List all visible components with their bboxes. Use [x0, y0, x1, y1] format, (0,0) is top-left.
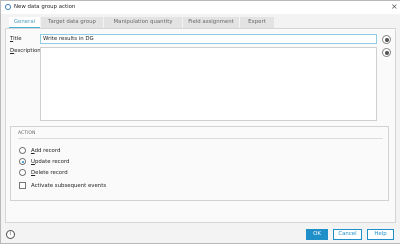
action-group-title: ACTION — [18, 131, 36, 136]
info-icon[interactable]: i — [6, 230, 15, 239]
help-button[interactable]: Help — [367, 229, 394, 240]
tab-general[interactable]: General — [9, 17, 40, 28]
tab-expert[interactable]: Expert — [240, 17, 274, 28]
tab-manipulation-quantity[interactable]: Manipulation quantity — [104, 17, 182, 28]
radio-add-record[interactable] — [19, 147, 26, 154]
title-label: Title — [10, 36, 22, 42]
add-record-label[interactable]: Add record — [31, 148, 60, 154]
update-record-label[interactable]: Update record — [31, 159, 69, 165]
translate-description-icon[interactable] — [382, 48, 391, 57]
tab-target-data-group[interactable]: Target data group — [41, 17, 103, 28]
divider — [18, 138, 383, 139]
activate-events-checkbox[interactable] — [19, 182, 26, 189]
title-input[interactable]: Write results in DG — [40, 34, 377, 44]
close-icon[interactable]: × — [391, 2, 398, 12]
app-icon — [5, 4, 11, 10]
translate-icon[interactable] — [382, 35, 391, 44]
radio-delete-record[interactable] — [19, 169, 26, 176]
dialog-window: New data group action × General Target d… — [0, 0, 400, 244]
activate-events-label[interactable]: Activate subsequent events — [31, 183, 106, 189]
radio-update-record[interactable] — [19, 158, 26, 165]
ok-button[interactable]: OK — [306, 229, 328, 240]
cancel-button[interactable]: Cancel — [333, 229, 362, 240]
tab-field-assignment[interactable]: Field assignment — [183, 17, 239, 28]
window-title: New data group action — [14, 4, 76, 10]
title-bar[interactable]: New data group action × — [1, 1, 400, 14]
description-textarea[interactable] — [40, 47, 377, 121]
delete-record-label[interactable]: Delete record — [31, 170, 68, 176]
description-label: Description — [10, 48, 41, 54]
